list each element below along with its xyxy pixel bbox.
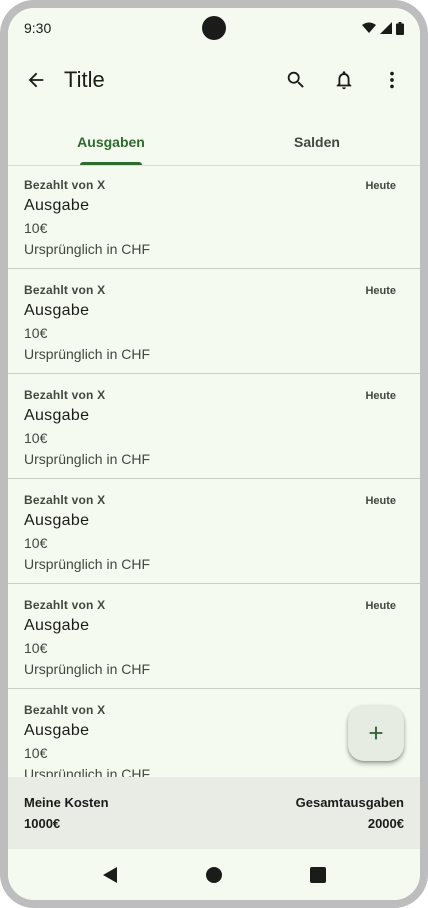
expense-amount: 10€ (24, 640, 48, 656)
tab-salden-label: Salden (294, 133, 340, 150)
expense-date: Heute (365, 285, 396, 297)
expense-item[interactable]: Bezahlt von X Heute Ausgabe 10€ Ursprüng… (8, 479, 420, 584)
device-frame: 9:30 Title Ausgaben Salden Bezahlt von X… (0, 0, 428, 908)
expense-original-currency: Ursprünglich in CHF (24, 346, 151, 362)
wifi-icon (362, 22, 376, 33)
bell-icon (336, 71, 352, 90)
total-expenses-label: Gesamtausgaben (295, 795, 404, 810)
expense-date: Heute (365, 600, 396, 612)
tab-ausgaben-label: Ausgaben (77, 133, 145, 150)
expense-amount: 10€ (24, 430, 48, 446)
expense-original-currency: Ursprünglich in CHF (24, 451, 151, 467)
expense-amount: 10€ (24, 745, 48, 761)
expense-original-currency: Ursprünglich in CHF (24, 661, 151, 677)
expense-title: Ausgabe (24, 512, 90, 529)
expense-item[interactable]: Bezahlt von X Heute Ausgabe 10€ Ursprüng… (8, 269, 420, 374)
nav-back-icon (103, 866, 117, 883)
screen: 9:30 Title Ausgaben Salden Bezahlt von X… (8, 8, 420, 900)
expense-payer: Bezahlt von X (24, 388, 106, 402)
expense-list[interactable]: Bezahlt von X Heute Ausgabe 10€ Ursprüng… (8, 164, 420, 777)
arrow-back-icon (28, 72, 44, 88)
more-vert-icon (390, 71, 394, 89)
expense-title: Ausgabe (24, 722, 90, 739)
nav-recents-button[interactable] (306, 863, 330, 887)
my-costs-label: Meine Kosten (24, 795, 109, 810)
total-expenses: Gesamtausgaben 2000€ (296, 795, 404, 849)
expense-payer: Bezahlt von X (24, 283, 106, 297)
expense-original-currency: Ursprünglich in CHF (24, 241, 151, 257)
expense-item[interactable]: Bezahlt von X Heute Ausgabe 10€ Ursprüng… (8, 374, 420, 479)
nav-home-icon (206, 866, 222, 883)
front-camera (202, 16, 226, 40)
expense-date: Heute (365, 390, 396, 402)
my-costs: Meine Kosten 1000€ (24, 795, 109, 849)
back-button[interactable] (16, 60, 56, 100)
page-title: Title (64, 67, 105, 92)
expense-title: Ausgabe (24, 197, 90, 214)
add-icon (369, 726, 383, 740)
tab-salden[interactable]: Salden (214, 118, 420, 165)
expense-date: Heute (365, 495, 396, 507)
more-button[interactable] (372, 60, 412, 100)
expense-amount: 10€ (24, 220, 48, 236)
top-app-bar: Title (8, 48, 420, 112)
expense-amount: 10€ (24, 535, 48, 551)
tab-ausgaben[interactable]: Ausgaben (8, 118, 214, 165)
expense-item[interactable]: Bezahlt von X Heute Ausgabe 10€ Ursprüng… (8, 584, 420, 689)
nav-recents-icon (310, 866, 326, 883)
nav-home-button[interactable] (202, 863, 226, 887)
app-bar-actions (276, 60, 412, 100)
tab-bar: Ausgaben Salden (8, 118, 420, 166)
total-expenses-value: 2000€ (367, 816, 404, 831)
expense-title: Ausgabe (24, 617, 90, 634)
cost-summary: Meine Kosten 1000€ Gesamtausgaben 2000€ (8, 777, 420, 849)
expense-title: Ausgabe (24, 302, 90, 319)
expense-original-currency: Ursprünglich in CHF (24, 556, 151, 572)
expense-payer: Bezahlt von X (24, 598, 106, 612)
expense-item[interactable]: Bezahlt von X Heute Ausgabe 10€ Ursprüng… (8, 164, 420, 269)
system-nav-bar (8, 849, 420, 900)
nav-back-button[interactable] (98, 863, 122, 887)
expense-payer: Bezahlt von X (24, 493, 106, 507)
notifications-button[interactable] (324, 60, 364, 100)
status-time: 9:30 (24, 20, 52, 36)
expense-date: Heute (365, 180, 396, 192)
search-button[interactable] (276, 60, 316, 100)
expense-payer: Bezahlt von X (24, 178, 106, 192)
status-icons (362, 21, 404, 35)
expense-original-currency: Ursprünglich in CHF (24, 766, 151, 777)
battery-icon (396, 21, 404, 35)
search-icon (287, 71, 304, 88)
my-costs-value: 1000€ (24, 816, 61, 831)
signal-icon (380, 22, 392, 34)
expense-amount: 10€ (24, 325, 48, 341)
expense-payer: Bezahlt von X (24, 703, 106, 717)
add-expense-button[interactable] (348, 705, 404, 761)
expense-title: Ausgabe (24, 407, 90, 424)
